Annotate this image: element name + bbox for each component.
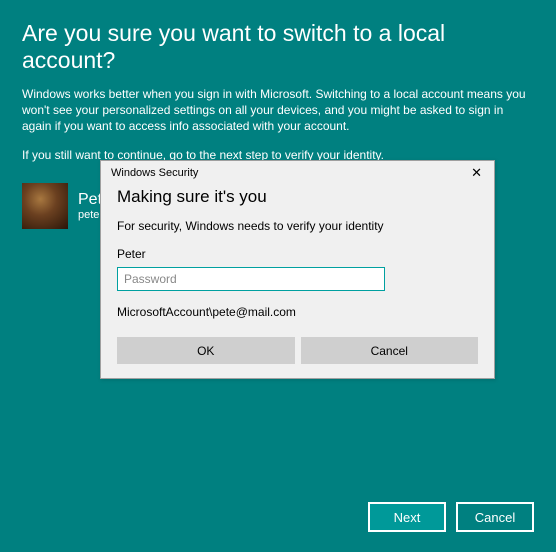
dialog-titlebar: Windows Security ✕ [101, 161, 494, 183]
password-input[interactable] [117, 267, 385, 291]
dialog-cancel-button[interactable]: Cancel [301, 337, 479, 364]
credential-dialog: Windows Security ✕ Making sure it's you … [100, 160, 495, 379]
avatar [22, 183, 68, 229]
page-paragraph-1: Windows works better when you sign in wi… [22, 86, 534, 135]
dialog-subtext: For security, Windows needs to verify yo… [117, 219, 478, 233]
account-identifier: MicrosoftAccount\pete@mail.com [117, 305, 478, 319]
ok-button[interactable]: OK [117, 337, 295, 364]
page-title: Are you sure you want to switch to a loc… [22, 20, 534, 74]
next-button[interactable]: Next [368, 502, 446, 532]
dialog-window-title: Windows Security [111, 167, 198, 179]
close-icon[interactable]: ✕ [467, 165, 486, 181]
dialog-heading: Making sure it's you [117, 187, 478, 207]
dialog-username: Peter [117, 247, 478, 261]
cancel-button[interactable]: Cancel [456, 502, 534, 532]
